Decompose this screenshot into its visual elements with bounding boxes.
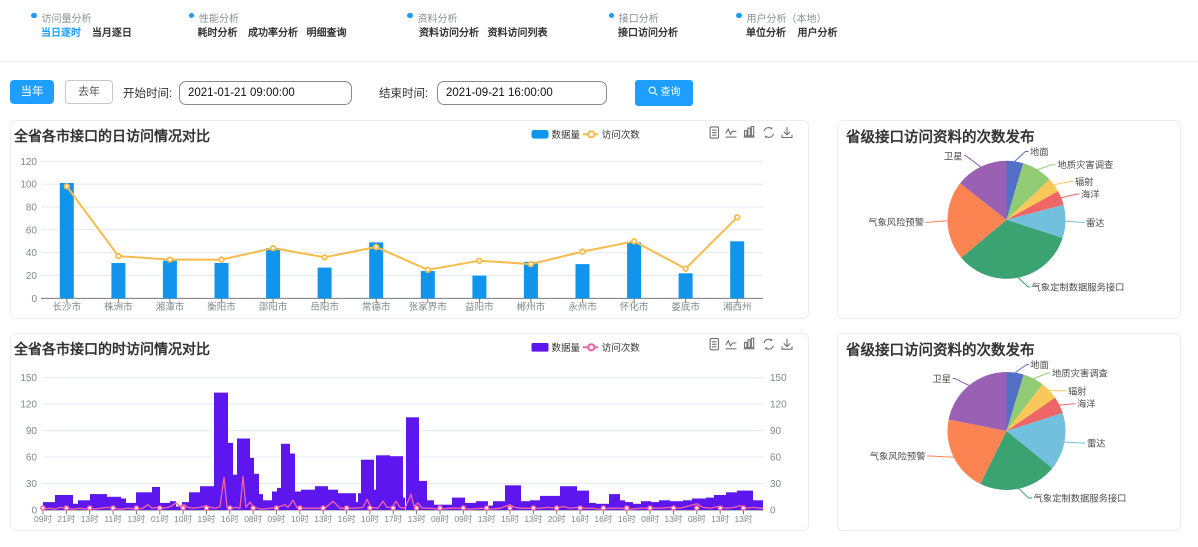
svg-text:16时: 16时 <box>594 514 612 524</box>
svg-text:株洲市: 株洲市 <box>104 301 133 313</box>
svg-text:卫星: 卫星 <box>944 151 963 161</box>
svg-text:120: 120 <box>770 400 787 411</box>
svg-text:08时: 08时 <box>244 514 262 524</box>
svg-text:气象定制数据服务接口: 气象定制数据服务接口 <box>1032 281 1125 292</box>
svg-text:气象风险预警: 气象风险预警 <box>868 217 924 228</box>
svg-text:13时: 13时 <box>81 514 99 524</box>
svg-text:省级接口访问资料的次数发布: 省级接口访问资料的次数发布 <box>845 341 1035 359</box>
svg-text:全省各市接口的日访问情况对比: 全省各市接口的日访问情况对比 <box>13 128 210 144</box>
svg-text:省级接口访问资料的次数发布: 省级接口访问资料的次数发布 <box>845 128 1035 146</box>
svg-text:16时: 16时 <box>338 514 356 524</box>
svg-text:13时: 13时 <box>314 514 332 524</box>
svg-text:气象风险预警: 气象风险预警 <box>870 451 926 462</box>
svg-text:08时: 08时 <box>688 514 706 524</box>
svg-text:30: 30 <box>770 479 782 490</box>
svg-text:13时: 13时 <box>665 514 683 524</box>
svg-text:16时: 16时 <box>618 514 636 524</box>
svg-text:150: 150 <box>770 373 787 384</box>
svg-text:13时: 13时 <box>408 514 426 524</box>
svg-text:16时: 16时 <box>571 514 589 524</box>
svg-text:120: 120 <box>20 157 37 168</box>
svg-text:01时: 01时 <box>151 514 169 524</box>
svg-text:150: 150 <box>20 373 37 384</box>
svg-text:30: 30 <box>26 479 38 490</box>
svg-text:08时: 08时 <box>641 514 659 524</box>
svg-text:怀化市: 怀化市 <box>620 301 649 313</box>
svg-text:海洋: 海洋 <box>1081 189 1100 200</box>
svg-text:雷达: 雷达 <box>1087 438 1106 449</box>
svg-text:衡阳市: 衡阳市 <box>207 301 236 313</box>
svg-text:全省各市接口的时访问情况对比: 全省各市接口的时访问情况对比 <box>13 341 210 357</box>
svg-text:益阳市: 益阳市 <box>465 301 494 313</box>
svg-text:湘潭市: 湘潭市 <box>156 301 185 313</box>
svg-text:90: 90 <box>26 426 38 437</box>
svg-text:张家界市: 张家界市 <box>409 301 448 313</box>
svg-text:地面: 地面 <box>1030 146 1049 157</box>
svg-text:地面: 地面 <box>1030 359 1049 370</box>
svg-text:辐射: 辐射 <box>1068 385 1087 396</box>
svg-text:13时: 13时 <box>735 514 753 524</box>
svg-text:09时: 09时 <box>454 514 472 524</box>
svg-text:数据量: 数据量 <box>552 342 581 354</box>
svg-text:16时: 16时 <box>221 514 239 524</box>
svg-text:海洋: 海洋 <box>1077 398 1096 409</box>
svg-text:80: 80 <box>26 203 38 214</box>
svg-text:访问次数: 访问次数 <box>602 342 641 354</box>
svg-text:邵阳市: 邵阳市 <box>259 301 288 313</box>
svg-text:20: 20 <box>26 271 38 282</box>
svg-text:10时: 10时 <box>361 514 379 524</box>
svg-text:19时: 19时 <box>198 514 216 524</box>
svg-text:10时: 10时 <box>291 514 309 524</box>
svg-text:常德市: 常德市 <box>362 301 391 313</box>
svg-text:雷达: 雷达 <box>1086 217 1105 228</box>
svg-text:17时: 17时 <box>384 514 402 524</box>
svg-text:永州市: 永州市 <box>568 301 597 313</box>
svg-text:120: 120 <box>20 400 37 411</box>
svg-text:娄底市: 娄底市 <box>671 301 700 313</box>
svg-text:地质灾害调查: 地质灾害调查 <box>1058 159 1114 170</box>
svg-text:13时: 13时 <box>127 514 145 524</box>
svg-text:11时: 11时 <box>104 514 122 524</box>
svg-text:20时: 20时 <box>548 514 566 524</box>
svg-text:13时: 13时 <box>524 514 542 524</box>
svg-text:郴州市: 郴州市 <box>517 301 546 313</box>
svg-text:90: 90 <box>770 426 782 437</box>
svg-text:13时: 13时 <box>478 514 496 524</box>
svg-text:卫星: 卫星 <box>932 374 951 384</box>
svg-text:0: 0 <box>31 294 37 305</box>
svg-text:09时: 09时 <box>268 514 286 524</box>
svg-text:数据量: 数据量 <box>552 129 581 141</box>
svg-text:09时: 09时 <box>34 514 52 524</box>
svg-text:60: 60 <box>770 453 782 464</box>
svg-text:100: 100 <box>20 180 37 191</box>
svg-text:0: 0 <box>770 506 776 517</box>
svg-text:辐射: 辐射 <box>1075 176 1094 187</box>
svg-text:访问次数: 访问次数 <box>602 129 641 141</box>
svg-text:21时: 21时 <box>57 514 75 524</box>
svg-text:10时: 10时 <box>174 514 192 524</box>
svg-text:湘西州: 湘西州 <box>723 301 752 313</box>
svg-text:岳阳市: 岳阳市 <box>310 301 339 313</box>
svg-text:60: 60 <box>26 225 38 236</box>
svg-text:15时: 15时 <box>501 514 519 524</box>
svg-text:地质灾害调查: 地质灾害调查 <box>1052 368 1108 379</box>
svg-text:08时: 08时 <box>431 514 449 524</box>
svg-text:13时: 13时 <box>711 514 729 524</box>
svg-text:40: 40 <box>26 248 38 259</box>
svg-text:长沙市: 长沙市 <box>53 301 82 313</box>
svg-text:气象定制数据服务接口: 气象定制数据服务接口 <box>1034 493 1127 504</box>
svg-text:60: 60 <box>26 453 38 464</box>
